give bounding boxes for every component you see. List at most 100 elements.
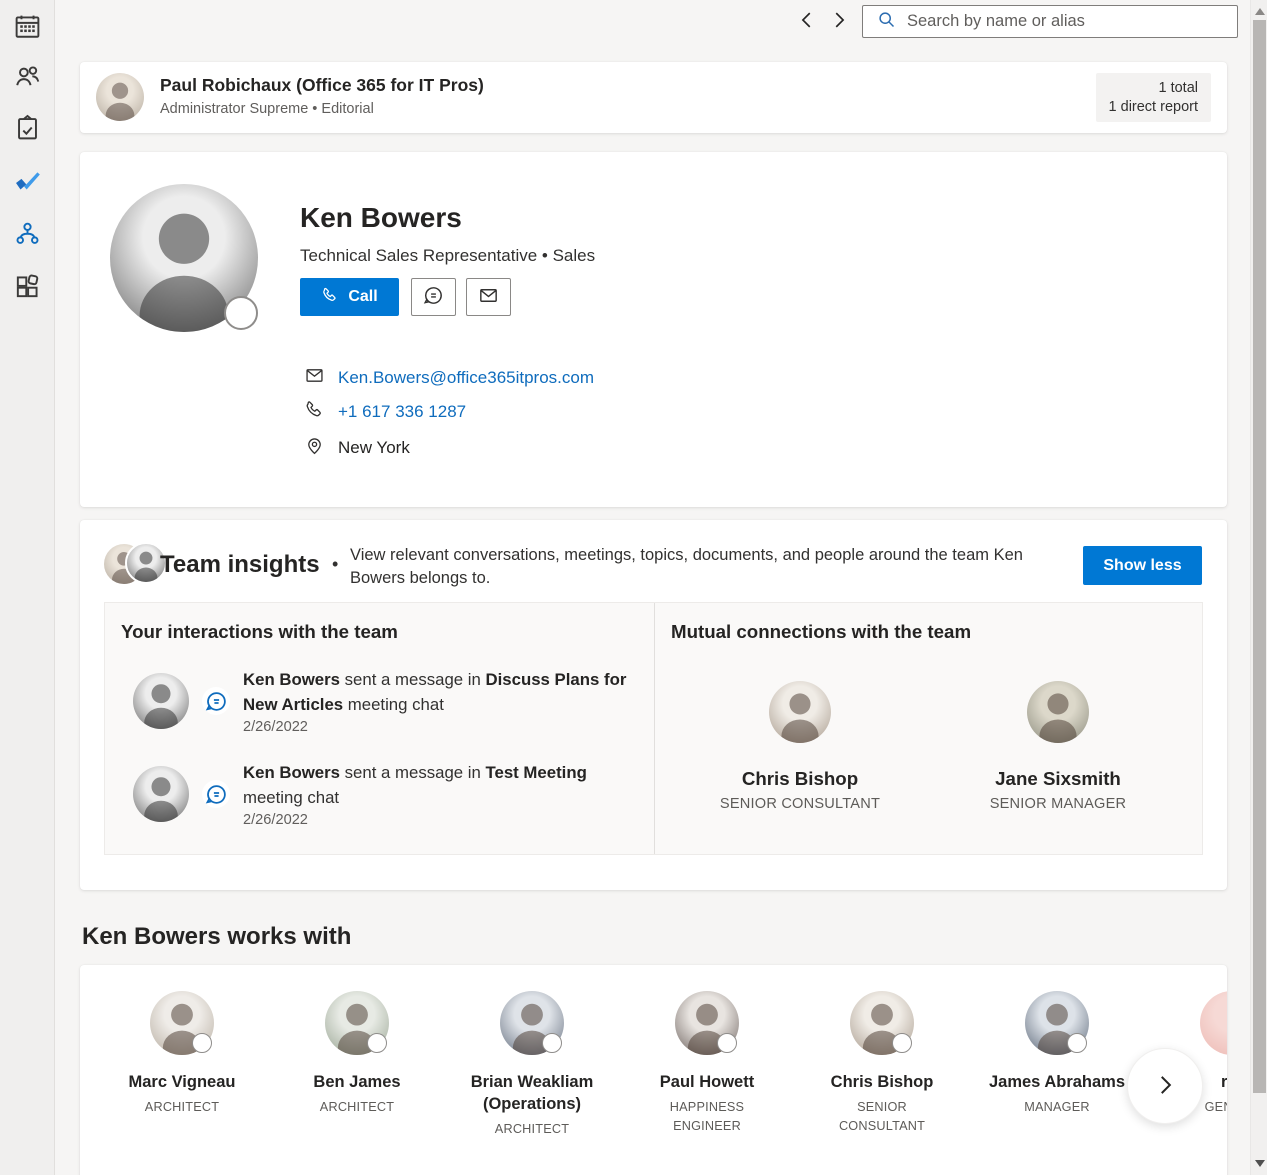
- envelope-icon: [304, 365, 325, 391]
- presence-indicator: [367, 1033, 387, 1053]
- todo-checkmark-icon: [13, 167, 42, 201]
- interaction-avatar: [133, 673, 189, 729]
- phone-link[interactable]: +1 617 336 1287: [338, 402, 466, 422]
- sidebar-item-tasks[interactable]: [6, 109, 48, 151]
- org-chart-icon: [13, 219, 42, 253]
- call-button[interactable]: Call: [300, 278, 399, 316]
- phone-row: +1 617 336 1287: [304, 399, 466, 425]
- presence-indicator: [1067, 1033, 1087, 1053]
- search-icon: [863, 9, 897, 35]
- presence-indicator: [717, 1033, 737, 1053]
- person-role: GENERA: [1205, 1098, 1227, 1117]
- sidebar-item-calendar[interactable]: [6, 8, 48, 50]
- presence-indicator: [192, 1033, 212, 1053]
- presence-indicator: [542, 1033, 562, 1053]
- interaction-item[interactable]: Ken Bowers sent a message in Test Meetin…: [133, 760, 639, 828]
- scroll-up-arrow[interactable]: [1255, 8, 1265, 15]
- works-with-person-card[interactable]: Brian Weakliam (Operations) ARCHITECT: [450, 991, 614, 1139]
- mutual-person-card[interactable]: Jane Sixsmith SENIOR MANAGER: [953, 681, 1163, 812]
- works-with-heading: Ken Bowers works with: [82, 923, 351, 951]
- interaction-text: Ken Bowers sent a message in Test Meetin…: [243, 760, 639, 810]
- interactions-panel: Your interactions with the team Ken Bowe…: [105, 603, 655, 854]
- person-name: Marc Vigneau: [129, 1071, 236, 1093]
- next-people-button[interactable]: [1127, 1048, 1203, 1124]
- location-pin-icon: [304, 435, 325, 461]
- manager-card[interactable]: Paul Robichaux (Office 365 for IT Pros) …: [80, 62, 1227, 133]
- search-input[interactable]: [897, 12, 1237, 31]
- email-link[interactable]: Ken.Bowers@office365itpros.com: [338, 368, 594, 388]
- calendar-icon: [13, 12, 42, 46]
- manager-subtitle: Administrator Supreme • Editorial: [160, 101, 374, 117]
- call-button-label: Call: [348, 288, 377, 306]
- location-text: New York: [338, 438, 410, 458]
- interactions-heading: Your interactions with the team: [121, 621, 398, 643]
- interaction-avatar: [133, 766, 189, 822]
- scrollbar-thumb[interactable]: [1253, 20, 1266, 1093]
- profile-job-title: Technical Sales Representative • Sales: [300, 246, 595, 266]
- email-button[interactable]: [466, 278, 511, 316]
- interaction-verb: sent a message in: [340, 670, 486, 689]
- person-role: SENIOR CONSULTANT: [826, 1098, 938, 1136]
- person-name: Jane Sixsmith: [995, 768, 1121, 790]
- mutual-person-card[interactable]: Chris Bishop SENIOR CONSULTANT: [695, 681, 905, 812]
- interaction-actor: Ken Bowers: [243, 670, 340, 689]
- presence-indicator: [892, 1033, 912, 1053]
- chevron-right-icon: [828, 9, 850, 34]
- reports-direct: 1 direct report: [1109, 98, 1198, 117]
- person-name: James Abrahams: [989, 1071, 1125, 1093]
- works-with-person-card[interactable]: Ben James ARCHITECT: [275, 991, 439, 1117]
- person-avatar: [1027, 681, 1089, 743]
- chat-button[interactable]: [411, 278, 456, 316]
- phone-icon: [304, 399, 325, 425]
- person-role: MANAGER: [1024, 1098, 1090, 1117]
- forward-button[interactable]: [825, 7, 853, 35]
- chat-icon: [422, 284, 445, 310]
- works-with-person-card[interactable]: James Abrahams MANAGER: [975, 991, 1139, 1117]
- person-avatar: [1200, 991, 1227, 1055]
- show-less-button[interactable]: Show less: [1083, 546, 1202, 585]
- phone-icon: [321, 286, 339, 309]
- person-role: HAPPINESS ENGINEER: [651, 1098, 763, 1136]
- mutual-heading: Mutual connections with the team: [671, 621, 971, 643]
- clipboard-check-icon: [13, 113, 42, 147]
- profile-card: Ken Bowers Technical Sales Representativ…: [80, 152, 1227, 507]
- person-name: Paul Howett: [660, 1071, 754, 1093]
- sidebar-item-org-chart[interactable]: [6, 215, 48, 257]
- search-box: [862, 5, 1238, 38]
- interaction-item[interactable]: Ken Bowers sent a message in Discuss Pla…: [133, 667, 639, 735]
- works-with-person-card[interactable]: Chris Bishop SENIOR CONSULTANT: [800, 991, 964, 1136]
- back-button[interactable]: [793, 7, 821, 35]
- mutual-connections-panel: Mutual connections with the team Chris B…: [655, 603, 1202, 854]
- apps-icon: [13, 272, 42, 306]
- manager-name: Paul Robichaux (Office 365 for IT Pros): [160, 75, 484, 96]
- left-sidebar: [0, 0, 55, 1175]
- envelope-icon: [477, 284, 500, 310]
- person-role: ARCHITECT: [320, 1098, 394, 1117]
- interaction-verb: sent a message in: [340, 763, 486, 782]
- presence-indicator: [224, 296, 258, 330]
- works-with-person-card[interactable]: Marc Vigneau ARCHITECT: [100, 991, 264, 1117]
- vertical-scrollbar: [1250, 0, 1267, 1175]
- works-with-person-card[interactable]: Paul Howett HAPPINESS ENGINEER: [625, 991, 789, 1136]
- scroll-down-arrow[interactable]: [1255, 1160, 1265, 1167]
- interaction-suffix: meeting chat: [243, 788, 339, 807]
- person-name: Chris Bishop: [742, 768, 858, 790]
- interaction-date: 2/26/2022: [243, 719, 639, 735]
- sidebar-item-people[interactable]: [6, 57, 48, 99]
- sidebar-item-todo[interactable]: [6, 163, 48, 205]
- email-row: Ken.Bowers@office365itpros.com: [304, 365, 594, 391]
- reports-total: 1 total: [1109, 79, 1198, 98]
- interaction-subject: Test Meeting: [486, 763, 587, 782]
- person-role: ARCHITECT: [495, 1120, 569, 1139]
- team-insights-panels: Your interactions with the team Ken Bowe…: [104, 602, 1203, 855]
- person-name: rry: [1221, 1071, 1227, 1093]
- interaction-date: 2/26/2022: [243, 812, 639, 828]
- team-insights-title: Team insights: [160, 551, 320, 579]
- profile-name: Ken Bowers: [300, 202, 462, 234]
- people-icon: [13, 61, 42, 95]
- works-with-card: Marc Vigneau ARCHITECT Ben James ARCHITE…: [80, 965, 1227, 1175]
- sidebar-item-apps[interactable]: [6, 268, 48, 310]
- chevron-right-icon: [1152, 1072, 1178, 1101]
- person-role: SENIOR CONSULTANT: [720, 796, 880, 812]
- chat-bubble-icon: [202, 780, 230, 808]
